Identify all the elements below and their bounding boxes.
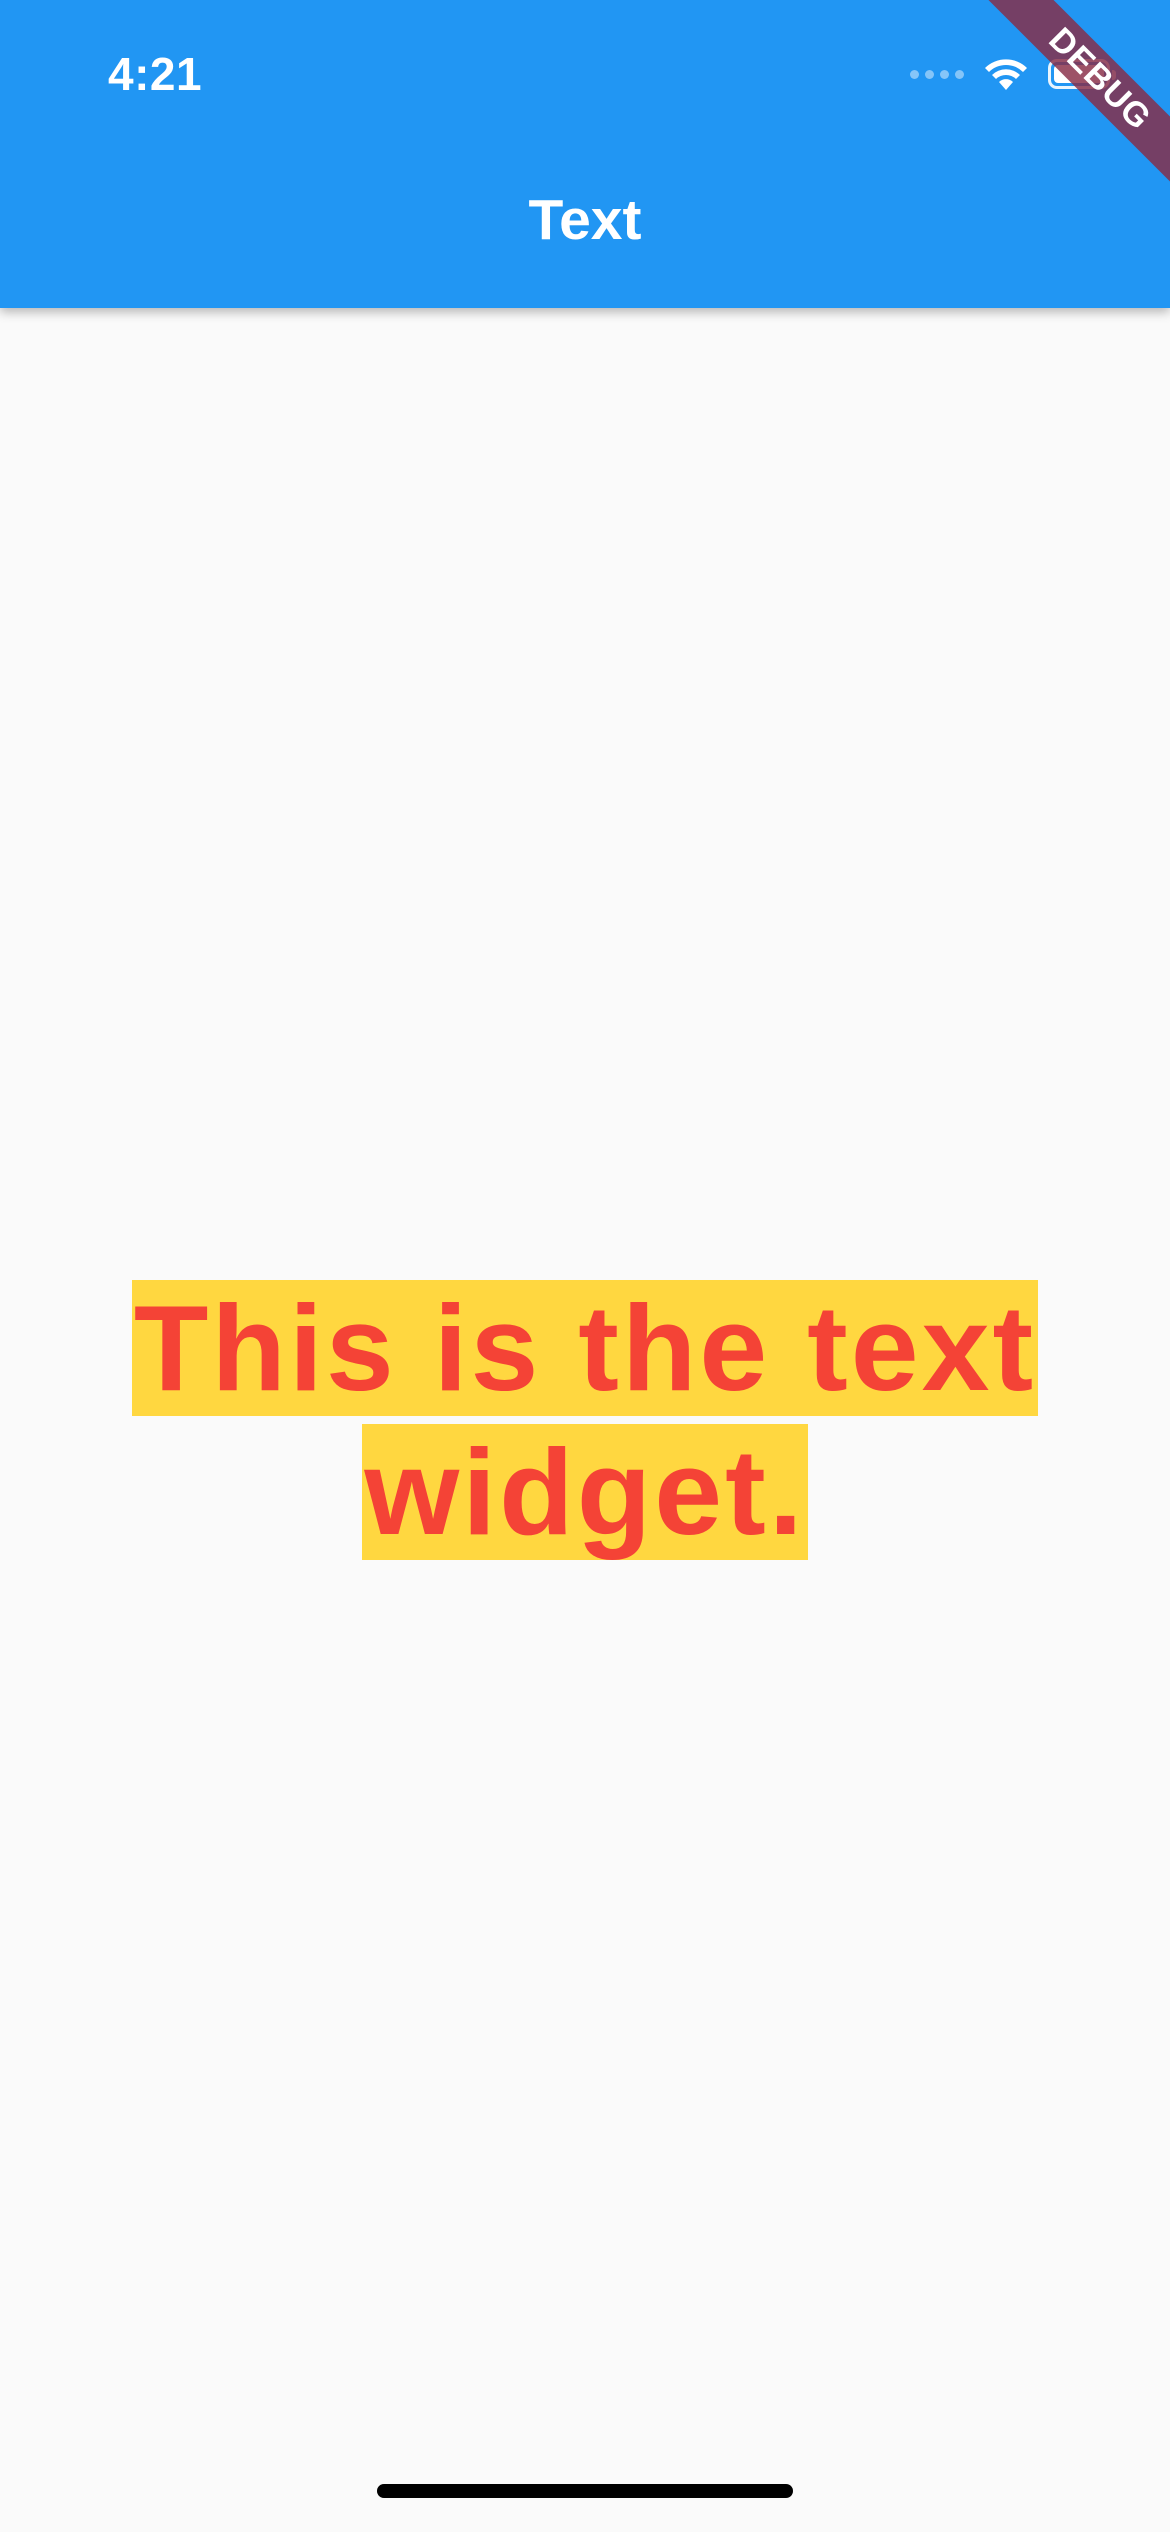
signal-dots-icon: [910, 52, 964, 96]
text-widget: This is the text widget.: [130, 1276, 1040, 1564]
debug-banner: DEBUG: [970, 0, 1170, 200]
debug-banner-label: DEBUG: [970, 0, 1170, 200]
status-time: 4:21: [108, 48, 203, 100]
app-screen: 4:21 Text DEBUG This is the text widget.: [0, 0, 1170, 2532]
home-indicator[interactable]: [377, 2484, 793, 2498]
text-widget-content: This is the text widget.: [131, 1280, 1039, 1560]
